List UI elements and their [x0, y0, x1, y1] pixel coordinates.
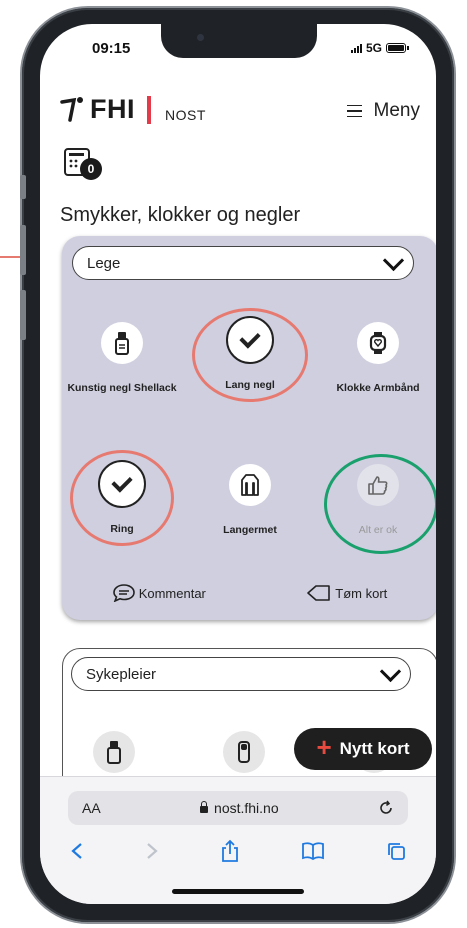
signal-icon [350, 43, 362, 53]
back-icon[interactable] [70, 842, 84, 860]
menu-button[interactable]: Meny [346, 100, 420, 122]
text-size-button[interactable]: AA [82, 800, 101, 816]
item-langermet[interactable]: Langermet [190, 464, 310, 541]
long-sleeve-icon [229, 464, 271, 506]
watch-icon [357, 322, 399, 364]
camera-icon [197, 34, 204, 41]
item-label: Kunstig negl Shellack [67, 382, 177, 394]
nail-bottle-icon[interactable] [93, 731, 135, 773]
plus-icon: + [316, 732, 332, 762]
status-time: 09:15 [92, 40, 131, 57]
url-display: nost.fhi.no [200, 800, 279, 816]
network-label: 5G [365, 41, 382, 55]
annotation-circle-red [70, 450, 174, 546]
logo-text: FHI [90, 94, 135, 124]
hamburger-icon [346, 104, 362, 118]
clear-card-button[interactable]: Tøm kort [307, 584, 387, 602]
new-card-button[interactable]: + Nytt kort [294, 728, 432, 770]
mute-switch [20, 175, 26, 199]
card-actions: Kommentar Tøm kort [62, 584, 436, 602]
comment-button[interactable]: Kommentar [112, 584, 206, 602]
battery-icon [386, 43, 409, 53]
comment-icon [112, 584, 135, 602]
menu-label: Meny [373, 100, 420, 121]
counter-badge: 0 [80, 158, 102, 180]
new-card-label: Nytt kort [339, 739, 410, 758]
item-label: Klokke Armbånd [336, 382, 420, 394]
url-text: nost.fhi.no [214, 800, 279, 816]
annotation-circle-green [324, 454, 436, 554]
url-bar[interactable]: AA nost.fhi.no [68, 791, 408, 825]
lock-icon [200, 801, 209, 813]
volume-down-button [20, 290, 26, 340]
item-kunstig-negl[interactable]: Kunstig negl Shellack [62, 322, 182, 399]
role-select-2[interactable]: Sykepleier [71, 657, 411, 691]
volume-up-button [20, 225, 26, 275]
eraser-icon [307, 585, 331, 601]
notch [161, 24, 317, 58]
page-title: Smykker, klokker og negler [60, 204, 301, 226]
forward-icon[interactable] [145, 842, 159, 860]
card-counter[interactable]: 0 [62, 146, 102, 180]
fhi-logo[interactable]: FHI NOST [60, 94, 206, 125]
app-header: FHI NOST Meny [60, 94, 420, 134]
logo-subtitle: NOST [165, 106, 206, 123]
logo-divider [147, 95, 151, 124]
phone-screen: 09:15 5G FHI NOST Meny 0 Smykker, klokke… [40, 24, 436, 904]
fhi-logo-icon [60, 96, 83, 122]
clear-card-label: Tøm kort [335, 585, 388, 601]
tabs-icon[interactable] [386, 841, 406, 861]
share-icon[interactable] [220, 839, 240, 863]
annotation-circle-red [192, 308, 308, 402]
home-indicator [172, 889, 304, 894]
item-klokke-armband[interactable]: Klokke Armbånd [318, 322, 436, 399]
role-card: Lege Kunstig negl Shellack Lang negl Klo… [62, 236, 436, 620]
browser-nav [40, 839, 436, 863]
role-select[interactable]: Lege [72, 246, 414, 280]
browser-toolbar: AA nost.fhi.no [40, 776, 436, 904]
status-indicators: 5G [350, 41, 409, 55]
chevron-down-icon [382, 249, 405, 271]
comment-label: Kommentar [138, 585, 206, 601]
item-label: Langermet [223, 524, 277, 536]
role-select-value: Sykepleier [86, 665, 157, 683]
reload-icon[interactable] [378, 800, 394, 816]
role-select-value: Lege [87, 254, 121, 272]
nail-icon[interactable] [223, 731, 265, 773]
bookmarks-icon[interactable] [301, 841, 325, 861]
nail-bottle-icon [101, 322, 143, 364]
chevron-down-icon [379, 660, 402, 682]
